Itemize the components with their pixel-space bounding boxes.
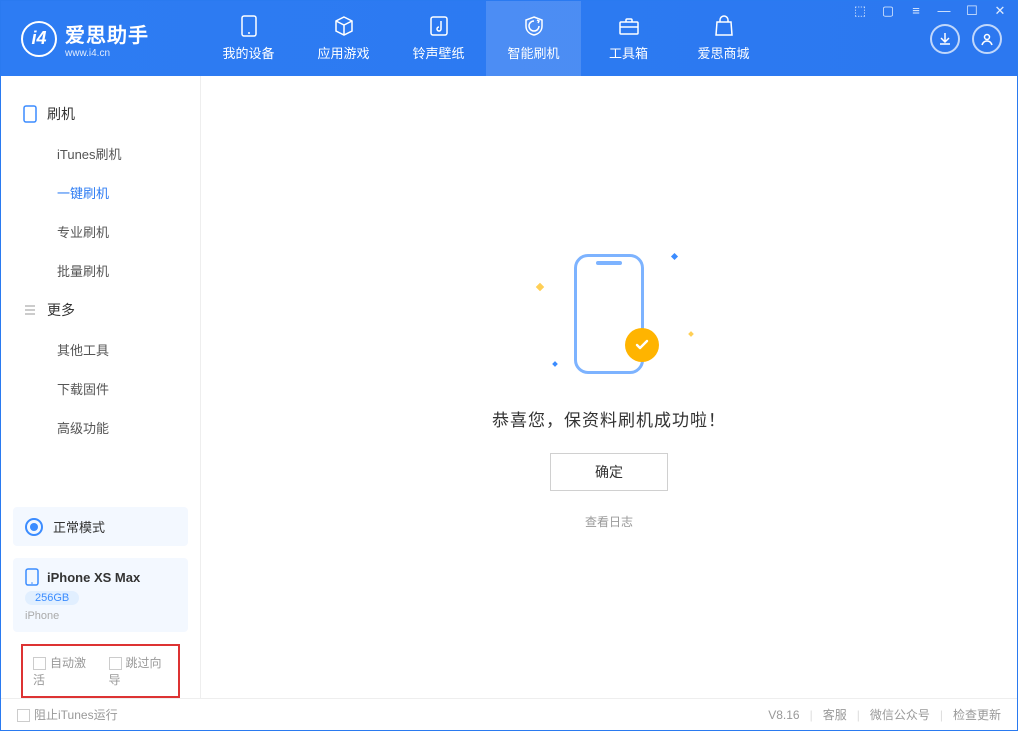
support-link[interactable]: 客服: [823, 706, 847, 723]
bag-icon: [713, 15, 735, 37]
cube-icon: [333, 15, 355, 37]
sidebar-item-firmware[interactable]: 下载固件: [1, 369, 200, 408]
options-box: 自动激活 跳过向导: [21, 644, 180, 698]
footer: 阻止iTunes运行 V8.16 | 客服 | 微信公众号 | 检查更新: [1, 698, 1017, 730]
sparkle-icon: [671, 253, 678, 260]
nav-store[interactable]: 爱思商城: [676, 1, 771, 76]
menu-icon[interactable]: ≡: [907, 3, 925, 19]
nav-apps-label: 应用游戏: [317, 43, 369, 62]
checkbox-skip-setup[interactable]: 跳过向导: [109, 654, 169, 688]
ok-button[interactable]: 确定: [550, 453, 668, 491]
body: 刷机 iTunes刷机 一键刷机 专业刷机 批量刷机 更多 其他工具 下载固件 …: [1, 76, 1017, 698]
sidebar-head-more[interactable]: 更多: [1, 290, 200, 330]
sidebar-item-itunes[interactable]: iTunes刷机: [1, 134, 200, 173]
device-card[interactable]: iPhone XS Max 256GB iPhone: [13, 558, 188, 632]
nav-ringtones-label: 铃声壁纸: [412, 43, 464, 62]
sidebar-item-advanced[interactable]: 高级功能: [1, 408, 200, 447]
device-type: iPhone: [25, 610, 176, 622]
nav-device[interactable]: 我的设备: [201, 1, 296, 76]
maximize-icon[interactable]: ☐: [963, 3, 981, 19]
music-icon: [428, 15, 450, 37]
checkbox-icon: [33, 657, 46, 670]
view-log-link[interactable]: 查看日志: [585, 513, 633, 530]
sparkle-icon: [536, 283, 544, 291]
close-icon[interactable]: ✕: [991, 3, 1009, 19]
sidebar: 刷机 iTunes刷机 一键刷机 专业刷机 批量刷机 更多 其他工具 下载固件 …: [1, 76, 201, 698]
logo-icon: i4: [21, 21, 57, 57]
device-capacity: 256GB: [25, 591, 79, 605]
minimize-icon[interactable]: —: [935, 3, 953, 19]
nav-toolbox[interactable]: 工具箱: [581, 1, 676, 76]
nav-flash-label: 智能刷机: [507, 43, 559, 62]
success-message: 恭喜您，保资料刷机成功啦！: [492, 406, 726, 431]
app-name: 爱思助手: [65, 19, 149, 48]
checkbox-icon: [109, 657, 122, 670]
checkbox-auto-activate[interactable]: 自动激活: [33, 654, 93, 688]
nav-store-label: 爱思商城: [697, 43, 749, 62]
version-label: V8.16: [768, 708, 799, 722]
app-window: ⬚ ▢ ≡ — ☐ ✕ i4 爱思助手 www.i4.cn 我的设备 应用游戏: [0, 0, 1018, 731]
titlebar-controls: ⬚ ▢ ≡ — ☐ ✕: [851, 3, 1009, 19]
shield-icon: [523, 15, 545, 37]
download-button[interactable]: [930, 24, 960, 54]
nav: 我的设备 应用游戏 铃声壁纸 智能刷机 工具箱 爱思商城: [201, 1, 930, 76]
content: 恭喜您，保资料刷机成功啦！ 确定 查看日志: [201, 76, 1017, 698]
list-icon: [23, 303, 37, 317]
sidebar-head-flash[interactable]: 刷机: [1, 94, 200, 134]
skin-icon[interactable]: ⬚: [851, 3, 869, 19]
device-name: iPhone XS Max: [47, 570, 140, 585]
phone-icon: [238, 15, 260, 37]
mode-label: 正常模式: [53, 517, 105, 536]
wechat-link[interactable]: 微信公众号: [870, 706, 930, 723]
sidebar-item-onekey[interactable]: 一键刷机: [1, 173, 200, 212]
sidebar-item-pro[interactable]: 专业刷机: [1, 212, 200, 251]
sidebar-item-other[interactable]: 其他工具: [1, 330, 200, 369]
toolbox-icon: [618, 15, 640, 37]
sparkle-icon: [688, 331, 694, 337]
sidebar-head-more-label: 更多: [47, 300, 75, 320]
feedback-icon[interactable]: ▢: [879, 3, 897, 19]
sidebar-head-flash-label: 刷机: [47, 104, 75, 124]
success-illustration: [519, 244, 699, 384]
device-icon: [23, 105, 37, 123]
checkbox-block-itunes[interactable]: 阻止iTunes运行: [17, 706, 118, 723]
mode-icon: [25, 518, 43, 536]
check-update-link[interactable]: 检查更新: [953, 706, 1001, 723]
nav-device-label: 我的设备: [222, 43, 274, 62]
mode-card[interactable]: 正常模式: [13, 507, 188, 546]
nav-toolbox-label: 工具箱: [609, 43, 648, 62]
app-domain: www.i4.cn: [65, 48, 149, 59]
sidebar-item-batch[interactable]: 批量刷机: [1, 251, 200, 290]
logo[interactable]: i4 爱思助手 www.i4.cn: [1, 19, 201, 59]
nav-apps[interactable]: 应用游戏: [296, 1, 391, 76]
nav-ringtones[interactable]: 铃声壁纸: [391, 1, 486, 76]
phone-small-icon: [25, 568, 39, 586]
sparkle-icon: [552, 361, 558, 367]
nav-flash[interactable]: 智能刷机: [486, 1, 581, 76]
check-badge-icon: [625, 328, 659, 362]
user-button[interactable]: [972, 24, 1002, 54]
checkbox-icon: [17, 709, 30, 722]
header-right: [930, 24, 1017, 54]
